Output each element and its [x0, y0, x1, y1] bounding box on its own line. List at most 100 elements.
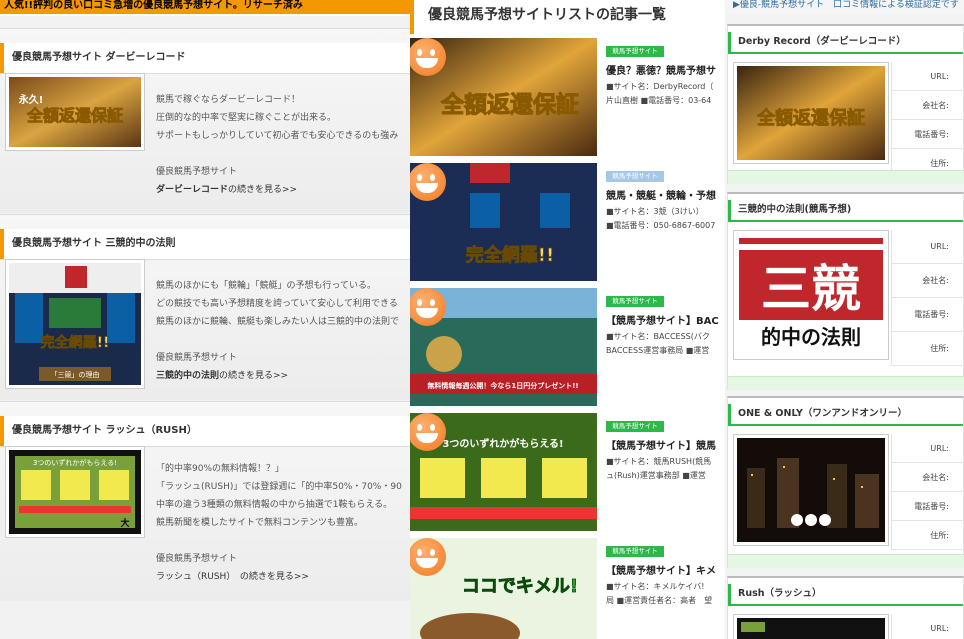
site-info-table: URL:	[891, 614, 964, 639]
phone-label: 電話番号:	[891, 120, 964, 149]
derby-record-image: 全額返還保証	[737, 66, 885, 160]
url-label: URL:	[891, 230, 964, 264]
card-footer-bar	[728, 554, 964, 568]
site-info-thumbnail[interactable]: 三競 的中の法則	[733, 230, 889, 360]
top-banner: 人気!!評判の良い口コミ急増の優良競馬予想サイト。リサーチ済み	[0, 0, 410, 16]
rush-banner-image: 3つのいずれかがもらえる! 大	[9, 450, 141, 534]
card-heading[interactable]: 優良競馬予想サイト ダービーレコード	[0, 43, 410, 73]
card-heading[interactable]: 優良競馬予想サイト ラッシュ（RUSH）	[0, 416, 410, 446]
article-item[interactable]: 全額返還保証 競馬予想サイト 優良？悪徳？競馬予想サ ■サイト名：DerbyRe…	[410, 38, 725, 160]
breadcrumb[interactable]: ▶優良-競馬予想サイト 口コミ情報による検証認定です	[725, 0, 964, 14]
read-more-link[interactable]: ラッシュ（RUSH） の続きを見る>>	[156, 568, 410, 586]
article-image-text: 全額返還保証	[440, 91, 579, 118]
site-info-heading[interactable]: Rush（ラッシュ）	[728, 584, 963, 606]
article-meta: ■サイト名：BACCESS(バク BACCESS運営事務局 ■運営	[606, 332, 710, 355]
site-card-sankei: 優良競馬予想サイト 三競的中の法則 完全網羅!! 「三競」の理由 競馬のほかにも…	[0, 214, 410, 400]
article-item[interactable]: 無料情報毎週公開！今なら1日円分プレゼント!! 競馬予想サイト 【競馬予想サイト…	[410, 288, 725, 410]
desc-line-1: 競馬のほかにも「競輪」「競艇」の予想も行っている。	[156, 281, 377, 291]
desc-line-4: 競馬新聞を模したサイトで無料コンテンツも豊富。	[156, 518, 364, 528]
site-info-card: ONE & ONLY（ワンアンドオンリー） URL: 会社名: 電話番号: 住所…	[727, 396, 964, 568]
article-meta: ■サイト名：競馬RUSH(競馬 ュ(Rush)運営事務部 ■運営	[606, 457, 712, 480]
category-badge[interactable]: 競馬予想サイト	[606, 46, 664, 57]
one-and-only-image	[737, 438, 885, 542]
site-info-thumbnail[interactable]: 全額返還保証	[733, 62, 889, 164]
url-label: URL:	[891, 614, 964, 639]
category-label: 優良競馬予想サイト	[156, 554, 238, 564]
article-meta: ■サイト名：キメルケイバ! 局 ■運営責任者名：高者 望	[606, 582, 713, 605]
sankei-logo-big: 三競	[761, 260, 861, 318]
card-footer-bar	[728, 376, 964, 390]
company-label: 会社名:	[891, 463, 964, 492]
phone-label: 電話番号:	[891, 298, 964, 332]
site-info-table: URL: 会社名: 電話番号: 住所:	[891, 62, 964, 178]
category-label: 優良競馬予想サイト	[156, 167, 238, 177]
desc-line-2: 「ラッシュ(RUSH)」では登録週に「的中率50%・70%・90	[156, 482, 402, 492]
site-info-heading[interactable]: ONE & ONLY（ワンアンドオンリー）	[728, 404, 963, 426]
company-label: 会社名:	[891, 91, 964, 120]
article-item[interactable]: ココでキメル! 競馬予想サイト 【競馬予想サイト】キメ ■サイト名：キメルケイバ…	[410, 538, 725, 639]
url-label: URL:	[891, 62, 964, 91]
desc-line-1: 「的中率90%の無料情報！？」	[156, 464, 285, 474]
card-description: 競馬のほかにも「競輪」「競艇」の予想も行っている。 どの競技でも高い予想精度を誇…	[156, 277, 410, 385]
article-title[interactable]: 競馬・競艇・競輪・予想	[606, 187, 725, 202]
sankei-banner-text: 完全網羅!!	[41, 334, 110, 351]
category-badge[interactable]: 競馬予想サイト	[606, 421, 664, 432]
derby-banner-image: 全額返還保証 永久!	[9, 77, 141, 147]
desc-line-2: どの競技でも高い予想精度を誇っていて安心して利用できる	[156, 299, 398, 309]
site-info-thumbnail[interactable]	[733, 614, 889, 639]
article-title[interactable]: 【競馬予想サイト】キメ	[606, 562, 725, 577]
sankei-banner-footer: 「三競」の理由	[51, 370, 100, 379]
card-thumbnail[interactable]: 全額返還保証 永久!	[5, 73, 145, 151]
card-description: 競馬で稼ぐならダービーレコード！ 圧倒的な的中率で堅実に稼ぐことが出来る。 サポ…	[156, 91, 410, 199]
rush-image	[737, 618, 885, 639]
site-info-heading[interactable]: Derby Record（ダービーレコード）	[728, 32, 963, 54]
card-heading[interactable]: 優良競馬予想サイト 三競的中の法則	[0, 229, 410, 259]
page-root: 人気!!評判の良い口コミ急増の優良競馬予想サイト。リサーチ済み 優良競馬予想サイ…	[0, 0, 964, 639]
site-info-card: Rush（ラッシュ） URL:	[727, 576, 964, 639]
category-badge[interactable]: 競馬予想サイト	[606, 546, 664, 557]
desc-line-3: サポートもしっかりしていて初心者でも安心できるのも強み	[156, 131, 399, 141]
article-list-column: 優良競馬予想サイトリストの記事一覧 全額返還保証 競馬予想サイト 優良？悪徳？競…	[410, 0, 725, 639]
derby-record-image-text: 全額返還保証	[756, 107, 865, 129]
card-footer-bar	[728, 170, 964, 184]
phone-label: 電話番号:	[891, 492, 964, 521]
category-badge[interactable]: 競馬予想サイト	[606, 296, 664, 307]
article-image-text: 3つのいずれかがもらえる!	[442, 437, 563, 450]
site-info-thumbnail[interactable]	[733, 434, 889, 546]
company-label: 会社名:	[891, 264, 964, 298]
sankei-logo-sub: 的中の法則	[761, 325, 861, 349]
address-label: 住所:	[891, 332, 964, 366]
desc-line-1: 競馬で稼ぐならダービーレコード！	[156, 95, 301, 105]
rush-banner-text: 3つのいずれかがもらえる!	[33, 458, 117, 467]
site-card-rush: 優良競馬予想サイト ラッシュ（RUSH） 3つのいずれかがもらえる! 大 「的中…	[0, 401, 410, 601]
site-card-derby-record: 優良競馬予想サイト ダービーレコード 全額返還保証 永久! 競馬で稼ぐならダービ…	[0, 28, 410, 213]
derby-banner-small: 永久!	[18, 93, 44, 106]
left-column: 人気!!評判の良い口コミ急増の優良競馬予想サイト。リサーチ済み 優良競馬予想サイ…	[0, 0, 410, 639]
sankei-logo-image: 三競 的中の法則	[737, 234, 885, 356]
card-thumbnail[interactable]: 3つのいずれかがもらえる! 大	[5, 446, 145, 538]
article-title[interactable]: 優良？悪徳？競馬予想サ	[606, 62, 725, 77]
card-description: 「的中率90%の無料情報！？」 「ラッシュ(RUSH)」では登録週に「的中率50…	[156, 460, 410, 586]
article-image-text: 無料情報毎週公開！今なら1日円分プレゼント!!	[427, 381, 578, 390]
article-item[interactable]: 3つのいずれかがもらえる! 競馬予想サイト 【競馬予想サイト】競馬 ■サイト名：…	[410, 413, 725, 535]
desc-line-2: 圧倒的な的中率で堅実に稼ぐことが出来る。	[156, 113, 337, 123]
sankei-banner-image: 完全網羅!! 「三競」の理由	[9, 263, 141, 385]
url-label: URL:	[891, 434, 964, 463]
article-meta: ■サイト名：3競（3けい） ■電話番号：050-6867-6007	[606, 207, 716, 230]
address-label: 住所:	[891, 521, 964, 550]
article-title[interactable]: 【競馬予想サイト】競馬	[606, 437, 725, 452]
category-badge[interactable]: 競馬予想サイト	[606, 171, 664, 182]
right-column: ▶優良-競馬予想サイト 口コミ情報による検証認定です Derby Record（…	[725, 0, 964, 639]
article-image-text: 完全網羅!!	[466, 244, 554, 266]
article-item[interactable]: 完全網羅!! 競馬予想サイト 競馬・競艇・競輪・予想 ■サイト名：3競（3けい）…	[410, 163, 725, 285]
article-title[interactable]: 【競馬予想サイト】BAC	[606, 312, 725, 327]
site-info-table: URL: 会社名: 電話番号: 住所:	[891, 434, 964, 550]
card-thumbnail[interactable]: 完全網羅!! 「三競」の理由	[5, 259, 145, 389]
read-more-link[interactable]: 三競的中の法則の続きを見る>>	[156, 367, 410, 385]
desc-line-3: 競馬のほかに競輪、競艇も楽しみたい人は三競的中の法則で	[156, 317, 400, 327]
site-info-table: URL: 会社名: 電話番号: 住所:	[891, 230, 964, 366]
read-more-link[interactable]: ダービーレコードの続きを見る>>	[156, 181, 410, 199]
article-list-title: 優良競馬予想サイトリストの記事一覧	[410, 0, 725, 34]
site-info-card: Derby Record（ダービーレコード） 全額返還保証 URL: 会社名: …	[727, 24, 964, 184]
site-info-heading[interactable]: 三競的中の法則(競馬予想)	[728, 200, 963, 222]
